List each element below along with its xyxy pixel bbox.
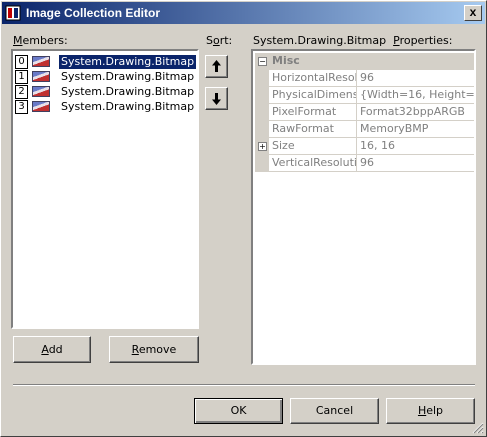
move-down-button[interactable] bbox=[205, 87, 228, 110]
member-index: 2 bbox=[15, 85, 28, 99]
bitmap-thumbnail-icon bbox=[32, 101, 50, 112]
property-row[interactable]: VerticalResoluti 96 bbox=[255, 155, 474, 172]
close-icon: x bbox=[469, 5, 477, 19]
grid-margin bbox=[255, 155, 269, 172]
title-bar[interactable]: Image Collection Editor x bbox=[2, 2, 485, 24]
move-up-button[interactable] bbox=[205, 55, 228, 78]
grid-margin bbox=[255, 121, 269, 138]
list-item[interactable]: 2 System.Drawing.Bitmap bbox=[15, 85, 195, 99]
ok-button[interactable]: OK bbox=[194, 398, 283, 424]
property-value[interactable]: 96 bbox=[357, 155, 474, 171]
category-row[interactable]: − Misc bbox=[255, 53, 474, 70]
grid-margin bbox=[255, 87, 269, 104]
member-index: 1 bbox=[15, 70, 28, 84]
arrow-up-icon bbox=[212, 60, 221, 72]
property-row[interactable]: + Size 16, 16 bbox=[255, 138, 474, 155]
grid-margin bbox=[255, 70, 269, 87]
property-row[interactable]: RawFormat MemoryBMP bbox=[255, 121, 474, 138]
list-item[interactable]: 3 System.Drawing.Bitmap bbox=[15, 100, 195, 114]
property-value[interactable]: 96 bbox=[357, 70, 474, 86]
property-row[interactable]: PhysicalDimensi {Width=16, Height=16} bbox=[255, 87, 474, 104]
members-label: Members: bbox=[13, 34, 68, 47]
arrow-down-icon bbox=[212, 93, 221, 105]
property-value[interactable]: {Width=16, Height=16} bbox=[357, 87, 474, 103]
sort-label: Sort: bbox=[206, 34, 233, 47]
property-value[interactable]: 16, 16 bbox=[357, 138, 474, 154]
member-name: System.Drawing.Bitmap bbox=[61, 85, 195, 98]
grid-margin: + bbox=[255, 138, 269, 155]
property-name: Size bbox=[269, 138, 357, 154]
property-name: RawFormat bbox=[269, 121, 357, 137]
property-name: VerticalResoluti bbox=[269, 155, 357, 171]
window-title: Image Collection Editor bbox=[26, 6, 161, 20]
add-button[interactable]: Add bbox=[13, 336, 91, 363]
bitmap-thumbnail-icon bbox=[32, 86, 50, 97]
property-name: PixelFormat bbox=[269, 104, 357, 120]
property-row[interactable]: PixelFormat Format32bppARGB bbox=[255, 104, 474, 121]
remove-button[interactable]: Remove bbox=[109, 336, 199, 363]
close-button[interactable]: x bbox=[464, 5, 482, 21]
resize-grip-icon[interactable] bbox=[472, 422, 484, 434]
expand-icon[interactable]: + bbox=[258, 142, 267, 151]
collapse-icon[interactable]: − bbox=[258, 57, 267, 66]
member-name: System.Drawing.Bitmap bbox=[61, 70, 195, 83]
separator bbox=[13, 384, 475, 386]
member-name: System.Drawing.Bitmap bbox=[59, 55, 197, 69]
grid-margin: − bbox=[255, 53, 269, 70]
help-button[interactable]: Help bbox=[386, 398, 475, 424]
bitmap-thumbnail-icon bbox=[32, 56, 50, 67]
image-collection-editor-dialog: Image Collection Editor x Members: Sort:… bbox=[0, 0, 487, 437]
cancel-button[interactable]: Cancel bbox=[290, 398, 379, 424]
property-name: PhysicalDimensi bbox=[269, 87, 357, 103]
member-index: 0 bbox=[15, 55, 28, 69]
property-value[interactable]: MemoryBMP bbox=[357, 121, 474, 137]
property-row[interactable]: HorizontalResol 96 bbox=[255, 70, 474, 87]
bitmap-thumbnail-icon bbox=[32, 71, 50, 82]
member-index: 3 bbox=[15, 100, 28, 114]
category-name: Misc bbox=[269, 53, 474, 69]
list-item[interactable]: 0 System.Drawing.Bitmap bbox=[15, 55, 197, 69]
list-item[interactable]: 1 System.Drawing.Bitmap bbox=[15, 70, 195, 84]
members-list[interactable]: 0 System.Drawing.Bitmap 1 System.Drawing… bbox=[11, 49, 199, 329]
grid-margin bbox=[255, 104, 269, 121]
property-value[interactable]: Format32bppARGB bbox=[357, 104, 474, 120]
member-name: System.Drawing.Bitmap bbox=[61, 100, 195, 113]
properties-label: System.Drawing.Bitmap Properties: bbox=[253, 34, 453, 47]
property-name: HorizontalResol bbox=[269, 70, 357, 86]
property-grid[interactable]: − Misc HorizontalResol 96 PhysicalDimens… bbox=[251, 49, 476, 365]
app-icon bbox=[5, 5, 21, 21]
